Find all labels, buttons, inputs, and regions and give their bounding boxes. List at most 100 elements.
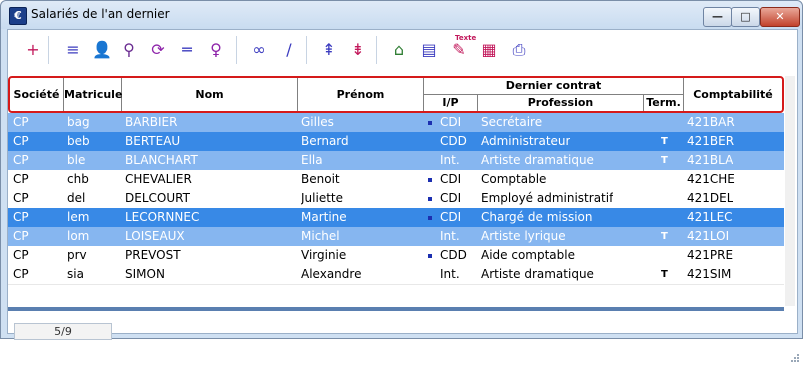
cell-term: T [661, 231, 668, 242]
toolbar-separator [306, 36, 307, 64]
cell-prenom: Gilles [301, 115, 334, 129]
cell-prenom: Martine [301, 210, 347, 224]
cell-comptabilite: 421LOI [687, 229, 730, 243]
cell-comptabilite: 421DEL [687, 191, 734, 205]
app-icon[interactable]: € [9, 7, 27, 25]
table-row[interactable]: CP sia SIMON Alexandre Int. Artiste dramatiqu… [8, 265, 784, 285]
header-comptabilite[interactable]: Comptabilité [684, 78, 782, 111]
cell-term: T [661, 155, 668, 166]
text-edit-icon[interactable]: ✎ [448, 39, 470, 61]
header-societe[interactable]: Société [10, 78, 64, 111]
header-dernier-contrat: Dernier contrat [424, 78, 684, 94]
table-row[interactable]: CP del DELCOURT Juliette CDI Employé administ… [8, 189, 784, 209]
cell-profession: Comptable [481, 172, 547, 186]
cell-nom: LOISEAUX [125, 229, 185, 243]
grid-header: Société Matricule Nom Prénom Dernier con… [8, 76, 784, 113]
cell-term: T [661, 269, 668, 280]
user-add-icon[interactable]: 👤 [91, 39, 113, 61]
cell-profession: Chargé de mission [481, 210, 593, 224]
cell-prenom: Juliette [301, 191, 343, 205]
table-row[interactable]: CP lem LECORNNEC Martine CDI Chargé de missio… [8, 208, 784, 228]
cell-profession: Artiste dramatique [481, 153, 594, 167]
cell-societe: CP [13, 267, 29, 281]
maximize-button[interactable]: □ [731, 7, 760, 27]
cell-nom: BLANCHART [125, 153, 198, 167]
cell-nom: SIMON [125, 267, 165, 281]
cell-ip: CDI [440, 191, 462, 205]
table-row[interactable]: CP ble BLANCHART Ella Int. Artiste dramatique… [8, 151, 784, 171]
cell-profession: Artiste lyrique [481, 229, 566, 243]
cell-comptabilite: 421LEC [687, 210, 733, 224]
vertical-scrollbar[interactable] [785, 76, 795, 306]
cell-comptabilite: 421CHE [687, 172, 735, 186]
cell-ip: CDI [440, 115, 462, 129]
cell-nom: LECORNNEC [125, 210, 200, 224]
title-bar[interactable]: € Salariés de l'an dernier — □ ✕ [1, 1, 802, 29]
table-row[interactable]: CP bag BARBIER Gilles CDI Secrétaire 421BAR [8, 113, 784, 133]
cell-comptabilite: 421BAR [687, 115, 735, 129]
user-edit-icon[interactable]: ⚲ [118, 39, 140, 61]
minimize-icon: — [712, 10, 723, 23]
app-window: € Salariés de l'an dernier — □ ✕ + ≡ 👤 ⚲ ⟳ ═ ♀… [0, 0, 803, 362]
home-add-icon[interactable]: ⌂ [388, 39, 410, 61]
header-nom[interactable]: Nom [122, 78, 298, 111]
cell-ip: CDI [440, 172, 462, 186]
cell-matricule: chb [67, 172, 89, 186]
maximize-icon: □ [740, 10, 751, 23]
cell-societe: CP [13, 134, 29, 148]
cell-nom: DELCOURT [125, 191, 190, 205]
cell-prenom: Bernard [301, 134, 349, 148]
cell-profession: Aide comptable [481, 248, 575, 262]
cell-matricule: del [67, 191, 86, 205]
header-profession[interactable]: Profession [478, 94, 644, 111]
document-add-icon[interactable]: ▤ [418, 39, 440, 61]
cell-ip: Int. [440, 267, 460, 281]
toolbar-separator [236, 36, 237, 64]
grid-footer-bar [8, 307, 784, 311]
table-row[interactable]: CP prv PREVOST Virginie CDD Aide comptable 421… [8, 246, 784, 266]
close-icon: ✕ [775, 10, 785, 23]
minimize-button[interactable]: — [703, 7, 732, 27]
cell-profession: Artiste dramatique [481, 267, 594, 281]
equals-icon[interactable]: ═ [176, 39, 198, 61]
header-ip[interactable]: I/P [424, 94, 478, 111]
list-star-icon[interactable]: ≡ [62, 39, 84, 61]
resize-grip-icon[interactable] [790, 348, 800, 362]
text-icon-label: Texte [455, 34, 477, 42]
active-contract-bullet-icon [428, 121, 432, 125]
cell-nom: BARBIER [125, 115, 178, 129]
cell-matricule: beb [67, 134, 90, 148]
search-icon[interactable]: ♀ [205, 39, 227, 61]
cell-societe: CP [13, 210, 29, 224]
header-matricule[interactable]: Matricule [64, 78, 122, 111]
record-counter: 5/9 [14, 323, 112, 340]
cell-societe: CP [13, 115, 29, 129]
cell-comptabilite: 421BER [687, 134, 735, 148]
pen-icon[interactable]: / [278, 39, 300, 61]
table-row[interactable]: CP chb CHEVALIER Benoit CDI Comptable 421CHE [8, 170, 784, 190]
sort-down-icon[interactable]: ⇟ [347, 39, 369, 61]
cell-ip: CDD [440, 248, 467, 262]
print-icon[interactable]: ⎙ [508, 39, 530, 61]
cell-prenom: Benoit [301, 172, 340, 186]
add-icon[interactable]: + [22, 39, 44, 61]
cell-comptabilite: 421SIM [687, 267, 732, 281]
cell-prenom: Ella [301, 153, 323, 167]
cell-matricule: prv [67, 248, 87, 262]
header-prenom[interactable]: Prénom [298, 78, 424, 111]
active-contract-bullet-icon [428, 178, 432, 182]
refresh-icon[interactable]: ⟳ [147, 39, 169, 61]
chart-icon[interactable]: ▦ [478, 39, 500, 61]
header-term[interactable]: Term. [644, 94, 684, 111]
table-row[interactable]: CP lom LOISEAUX Michel Int. Artiste lyrique 42… [8, 227, 784, 247]
client-area: + ≡ 👤 ⚲ ⟳ ═ ♀ ∞ / ⇞ ⇟ ⌂ ▤ ✎ ▦ ⎙ Texte Société Matricule … [7, 29, 799, 362]
table-row[interactable]: CP beb BERTEAU Bernard CDD Administrateur 421B… [8, 132, 784, 152]
cell-societe: CP [13, 229, 29, 243]
sort-up-icon[interactable]: ⇞ [318, 39, 340, 61]
cell-nom: BERTEAU [125, 134, 181, 148]
cell-term: T [661, 136, 668, 147]
glasses-icon[interactable]: ∞ [248, 39, 270, 61]
close-button[interactable]: ✕ [760, 7, 800, 27]
cell-profession: Secrétaire [481, 115, 543, 129]
toolbar-separator [376, 36, 377, 64]
